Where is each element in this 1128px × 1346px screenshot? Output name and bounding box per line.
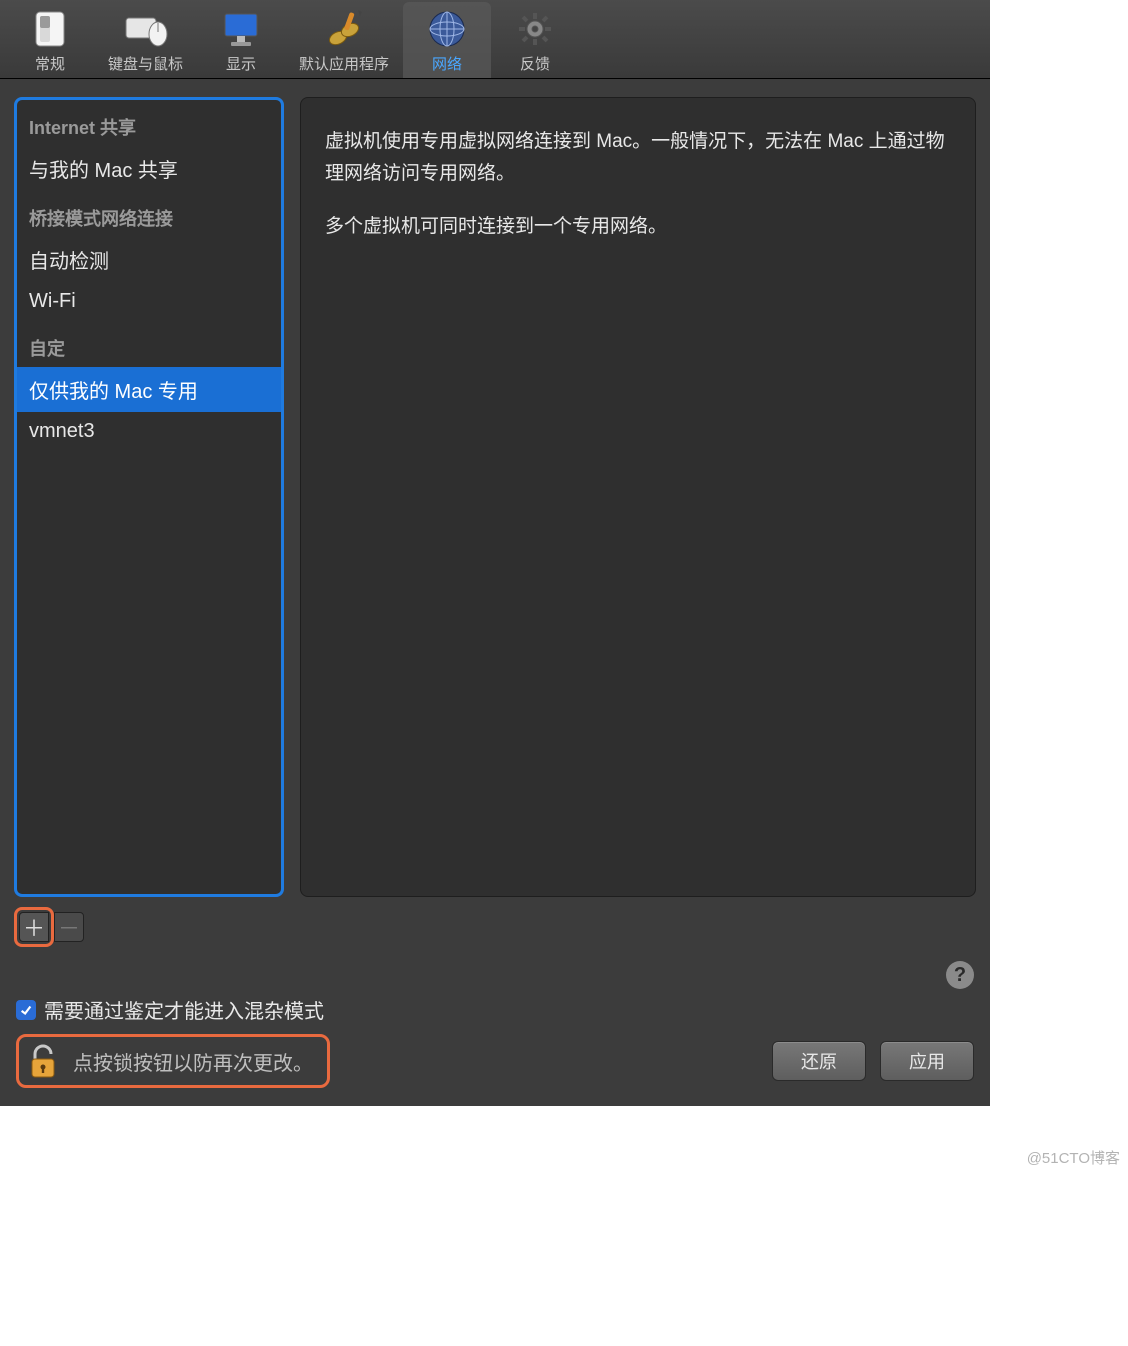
default-apps-icon — [320, 8, 368, 50]
sidebar-section-custom: 自定 — [17, 321, 281, 367]
revert-button[interactable]: 还原 — [772, 1041, 866, 1081]
sidebar-item-vmnet3[interactable]: vmnet3 — [17, 412, 281, 451]
lock-highlight: 点按锁按钮以防再次更改。 — [16, 1034, 330, 1088]
detail-paragraph-1: 虚拟机使用专用虚拟网络连接到 Mac。一般情况下，无法在 Mac 上通过物理网络… — [325, 126, 951, 191]
remove-network-button[interactable]: － — [54, 912, 84, 942]
sidebar-item-wifi[interactable]: Wi-Fi — [17, 282, 281, 321]
keyboard-mouse-icon — [122, 8, 170, 50]
add-button-highlight: ＋ — [14, 907, 54, 947]
apply-button[interactable]: 应用 — [880, 1041, 974, 1081]
tab-label: 显示 — [226, 53, 256, 74]
tab-general[interactable]: 常规 — [6, 2, 94, 78]
network-globe-icon — [423, 8, 471, 50]
lock-text: 点按锁按钮以防再次更改。 — [73, 1047, 313, 1076]
tab-keyboard-mouse[interactable]: 键盘与鼠标 — [94, 2, 197, 78]
tab-label: 键盘与鼠标 — [108, 53, 183, 74]
tab-default-apps[interactable]: 默认应用程序 — [285, 2, 403, 78]
sidebar-section-bridged: 桥接模式网络连接 — [17, 191, 281, 237]
network-sidebar: Internet 共享 与我的 Mac 共享 桥接模式网络连接 自动检测 Wi-… — [14, 97, 284, 897]
watermark-text: @51CTO博客 — [1027, 1147, 1120, 1168]
gear-icon — [511, 8, 559, 50]
tab-label: 反馈 — [520, 53, 550, 74]
sidebar-section-internet-sharing: Internet 共享 — [17, 100, 281, 146]
lock-icon[interactable] — [27, 1043, 59, 1079]
tab-feedback[interactable]: 反馈 — [491, 2, 579, 78]
detail-paragraph-2: 多个虚拟机可同时连接到一个专用网络。 — [325, 211, 951, 243]
sidebar-item-autodetect[interactable]: 自动检测 — [17, 237, 281, 282]
sidebar-item-share-with-mac[interactable]: 与我的 Mac 共享 — [17, 146, 281, 191]
preferences-toolbar: 常规 键盘与鼠标 显示 默认应用程序 网络 — [0, 0, 990, 79]
switch-icon — [26, 8, 74, 50]
promiscuous-auth-label: 需要通过鉴定才能进入混杂模式 — [44, 995, 324, 1024]
sidebar-item-host-only[interactable]: 仅供我的 Mac 专用 — [17, 367, 281, 412]
tab-label: 网络 — [432, 53, 462, 74]
detail-panel: 虚拟机使用专用虚拟网络连接到 Mac。一般情况下，无法在 Mac 上通过物理网络… — [300, 97, 976, 897]
add-network-button[interactable]: ＋ — [19, 912, 49, 942]
add-remove-group: ＋ － — [14, 907, 284, 947]
tab-label: 常规 — [35, 53, 65, 74]
promiscuous-auth-checkbox[interactable] — [16, 1000, 36, 1020]
tab-label: 默认应用程序 — [299, 53, 389, 74]
help-button[interactable]: ? — [946, 961, 974, 989]
tab-network[interactable]: 网络 — [403, 2, 491, 78]
display-icon — [217, 8, 265, 50]
tab-display[interactable]: 显示 — [197, 2, 285, 78]
